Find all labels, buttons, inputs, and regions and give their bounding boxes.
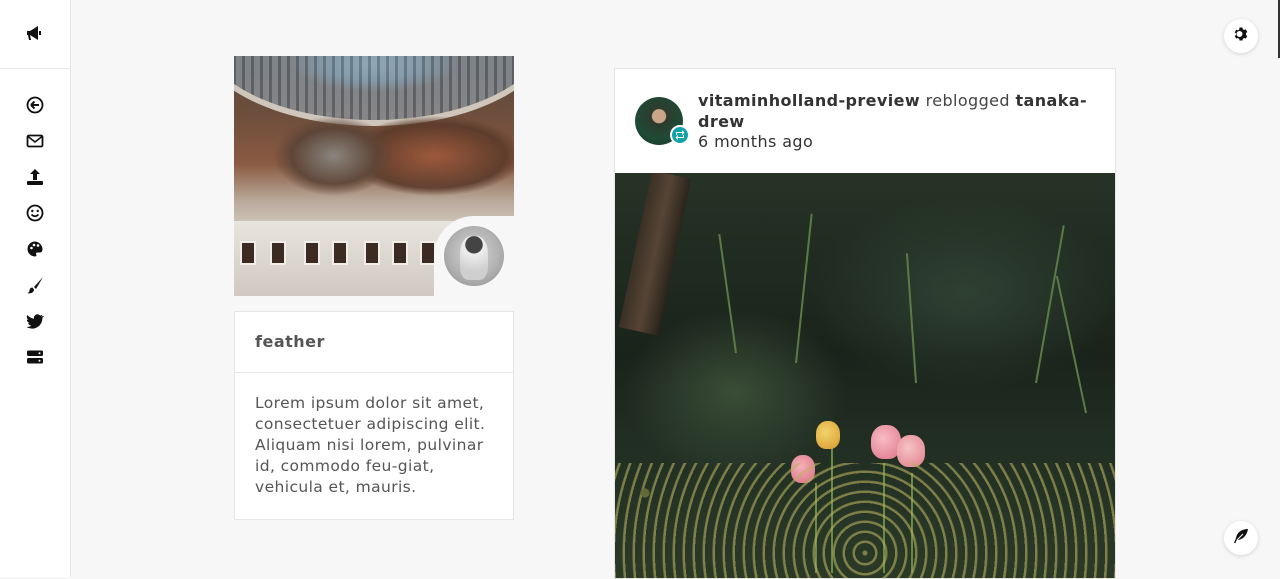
bird-icon [26,312,44,330]
profile-description: Lorem ipsum dolor sit amet, consectetuer… [255,394,486,496]
gear-icon [1233,26,1249,46]
sidebar-item-social[interactable] [25,311,45,331]
avatar-figure [460,236,488,280]
server-icon [26,348,44,366]
reblog-icon [674,126,686,145]
sidebar-header [0,0,70,69]
reblog-action-text: reblogged [925,91,1010,110]
post-photo[interactable] [615,173,1115,578]
upload-icon [26,168,44,186]
paintbrush-icon [26,276,44,294]
photo-trunk [618,173,692,336]
settings-button[interactable] [1224,19,1258,53]
sidebar-item-server[interactable] [25,347,45,367]
palette-icon [26,240,44,258]
sidebar-nav [25,95,45,383]
reblog-badge [670,125,690,145]
smiley-icon [26,204,44,222]
sidebar-item-messages[interactable] [25,131,45,151]
post-card: vitaminholland-preview reblogged tanaka-… [614,68,1116,579]
sidebar-item-customize[interactable] [25,275,45,295]
header-image-mural [234,116,514,196]
sidebar-item-upload[interactable] [25,167,45,187]
compose-button[interactable] [1224,521,1258,555]
profile-avatar[interactable] [444,226,504,286]
post-header: vitaminholland-preview reblogged tanaka-… [615,69,1115,173]
megaphone-icon[interactable] [25,24,43,42]
sidebar-item-back[interactable] [25,95,45,115]
sidebar [0,0,71,577]
feather-icon [1233,528,1249,548]
envelope-icon [26,132,44,150]
back-arrow-icon [26,96,44,114]
photo-weeds [615,463,1115,578]
sidebar-item-appearance[interactable] [25,239,45,259]
profile-card: feather Lorem ipsum dolor sit amet, cons… [234,311,514,520]
reblogger-link[interactable]: vitaminholland-preview [698,91,920,110]
post-timestamp[interactable]: 6 months ago [698,132,813,151]
sidebar-item-emoji[interactable] [25,203,45,223]
post-attribution: vitaminholland-preview reblogged tanaka-… [698,90,1098,132]
profile-name[interactable]: feather [235,312,513,373]
